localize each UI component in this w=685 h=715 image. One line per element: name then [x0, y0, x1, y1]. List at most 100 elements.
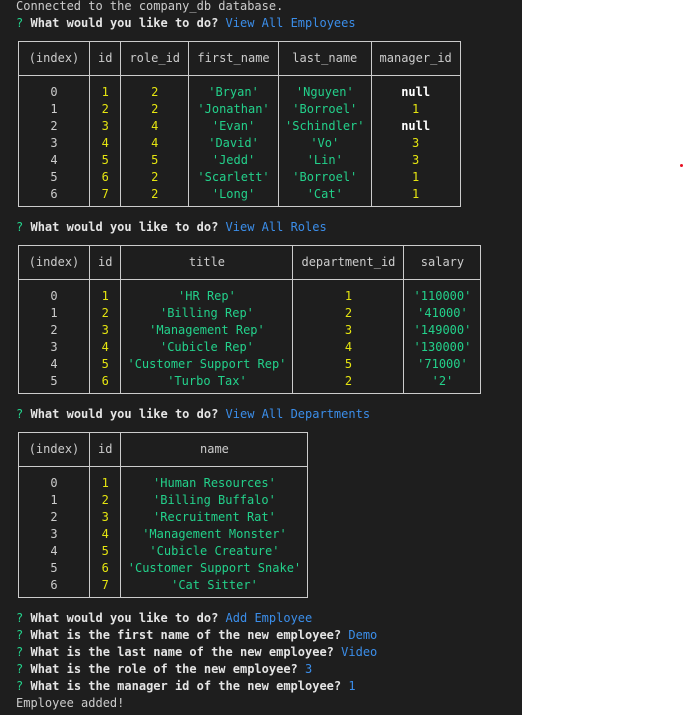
prompt-answer: View All Roles — [225, 220, 327, 234]
prompt-line: ? What would you like to do? View All Em… — [16, 15, 356, 32]
prompt-question: What is the last name of the new employe… — [30, 645, 334, 659]
question-mark: ? — [16, 220, 24, 234]
table-cell: 3 — [89, 509, 122, 526]
prompt-answer: Add Employee — [225, 611, 313, 625]
column-header: (index) — [18, 432, 90, 467]
table-header-row: (index) id name — [18, 432, 308, 467]
prompt-question: What is the role of the new employee? — [30, 662, 298, 676]
table-cell: 'Cat' — [278, 186, 372, 207]
table-row: 5 6 2 'Scarlett' 'Borroel' 1 — [18, 169, 461, 186]
question-mark: ? — [16, 628, 24, 642]
table-cell: 5 — [120, 152, 190, 169]
table-cell: 2 — [18, 118, 90, 135]
question-mark: ? — [16, 662, 24, 676]
question-mark: ? — [16, 407, 24, 421]
table-cell: 3 — [18, 526, 90, 543]
table-cell: '41000' — [417, 306, 468, 320]
table-cell: 'Jonathan' — [188, 101, 280, 118]
table-cell: 3 — [89, 118, 122, 135]
table-row: 0 1 'Human Resources' — [18, 466, 308, 492]
roles-table: (index) id title department_id salary 01… — [18, 245, 482, 394]
table-cell: 'Human Resources' — [153, 476, 276, 490]
table-cell: 0 — [18, 279, 90, 305]
table-cell: 2 — [18, 509, 90, 526]
column-header: name — [120, 432, 308, 467]
column-header: salary — [403, 245, 481, 280]
table-cell: '71000' — [417, 357, 468, 371]
prompt-question: What would you like to do? — [30, 407, 219, 421]
column-header: department_id — [292, 245, 405, 280]
prompt-line: ? What would you like to do? View All Ro… — [16, 219, 327, 236]
employees-table: (index) id role_id first_name last_name … — [18, 41, 461, 207]
table-cell: null — [401, 119, 431, 133]
question-mark: ? — [16, 645, 24, 659]
table-cell: '110000' — [413, 289, 472, 303]
table-row: 4 5 5 'Jedd' 'Lin' 3 — [18, 152, 461, 169]
table-cell: 4 — [292, 339, 405, 356]
column-header: role_id — [120, 41, 190, 76]
table-cell: 1 — [18, 305, 90, 322]
table-cell: 'Customer Support Rep' — [120, 356, 294, 373]
column-header: (index) — [18, 41, 90, 76]
table-cell: 1 — [412, 102, 420, 116]
table-row: 3 4 'Management Monster' — [18, 526, 308, 543]
table-cell: 1 — [18, 101, 90, 118]
column-header: id — [89, 245, 122, 280]
column-header: manager_id — [371, 41, 461, 76]
prompt-answer: 3 — [305, 662, 313, 676]
table-cell: 2 — [120, 186, 190, 207]
table-cell: 4 — [120, 118, 190, 135]
table-cell: 'Billing Buffalo' — [153, 493, 276, 507]
table-cell: 2 — [120, 169, 190, 186]
table-cell: 7 — [89, 186, 122, 207]
prompt-line: ? What is the first name of the new empl… — [16, 627, 377, 644]
table-cell: 4 — [18, 152, 90, 169]
table-cell: 1 — [412, 187, 420, 201]
terminal-panel[interactable]: Connected to the company_db database. ? … — [0, 0, 522, 715]
table-cell: 3 — [412, 136, 420, 150]
table-cell: 'Vo' — [278, 135, 372, 152]
table-cell: 'Long' — [188, 186, 280, 207]
table-cell: 'HR Rep' — [120, 279, 294, 305]
table-cell: 1 — [89, 279, 122, 305]
table-cell: 2 — [18, 322, 90, 339]
prompt-question: What would you like to do? — [30, 16, 219, 30]
table-row: 6 7 'Cat Sitter' — [18, 577, 308, 598]
question-mark: ? — [16, 611, 24, 625]
table-cell: 6 — [18, 577, 90, 598]
table-row: 2 3 'Management Rep' 3'149000' — [18, 322, 481, 339]
prompt-line: ? What is the manager id of the new empl… — [16, 678, 356, 695]
prompt-answer: Demo — [348, 628, 378, 642]
table-cell: '2' — [431, 374, 454, 388]
table-cell: 3 — [18, 339, 90, 356]
table-cell: 1 — [89, 75, 122, 101]
table-cell: 'Lin' — [278, 152, 372, 169]
table-cell: 2 — [292, 305, 405, 322]
table-row: 5 6 'Customer Support Snake' — [18, 560, 308, 577]
column-header: first_name — [188, 41, 280, 76]
table-cell: 2 — [89, 305, 122, 322]
done-message: Employee added! — [16, 696, 125, 710]
table-row: 1 2 'Billing Buffalo' — [18, 492, 308, 509]
prompt-question: What is the manager id of the new employ… — [30, 679, 342, 693]
table-cell: 3 — [412, 153, 420, 167]
table-cell: 7 — [89, 577, 122, 598]
departments-table: (index) id name 0 1 'Human Resources' 1 2 'Bi… — [18, 432, 309, 598]
table-cell: 0 — [18, 466, 90, 492]
table-cell: 'Cubicle Creature' — [149, 544, 280, 558]
table-cell: 4 — [89, 339, 122, 356]
table-cell: 'Recruitment Rat' — [153, 510, 276, 524]
table-row: 1 2 'Billing Rep' 2'41000' — [18, 305, 481, 322]
table-row: 0 1 2 'Bryan' 'Nguyen' null — [18, 75, 461, 101]
prompt-line: ? What is the role of the new employee? … — [16, 661, 312, 678]
prompt-answer: Video — [341, 645, 378, 659]
table-cell: 2 — [120, 101, 190, 118]
table-cell: 5 — [89, 356, 122, 373]
table-cell: 'Borroel' — [278, 169, 372, 186]
table-cell: 4 — [89, 135, 122, 152]
table-cell: 'David' — [188, 135, 280, 152]
table-cell: 6 — [89, 373, 122, 394]
question-mark: ? — [16, 679, 24, 693]
table-cell: 6 — [89, 169, 122, 186]
table-cell: 1 — [89, 466, 122, 492]
